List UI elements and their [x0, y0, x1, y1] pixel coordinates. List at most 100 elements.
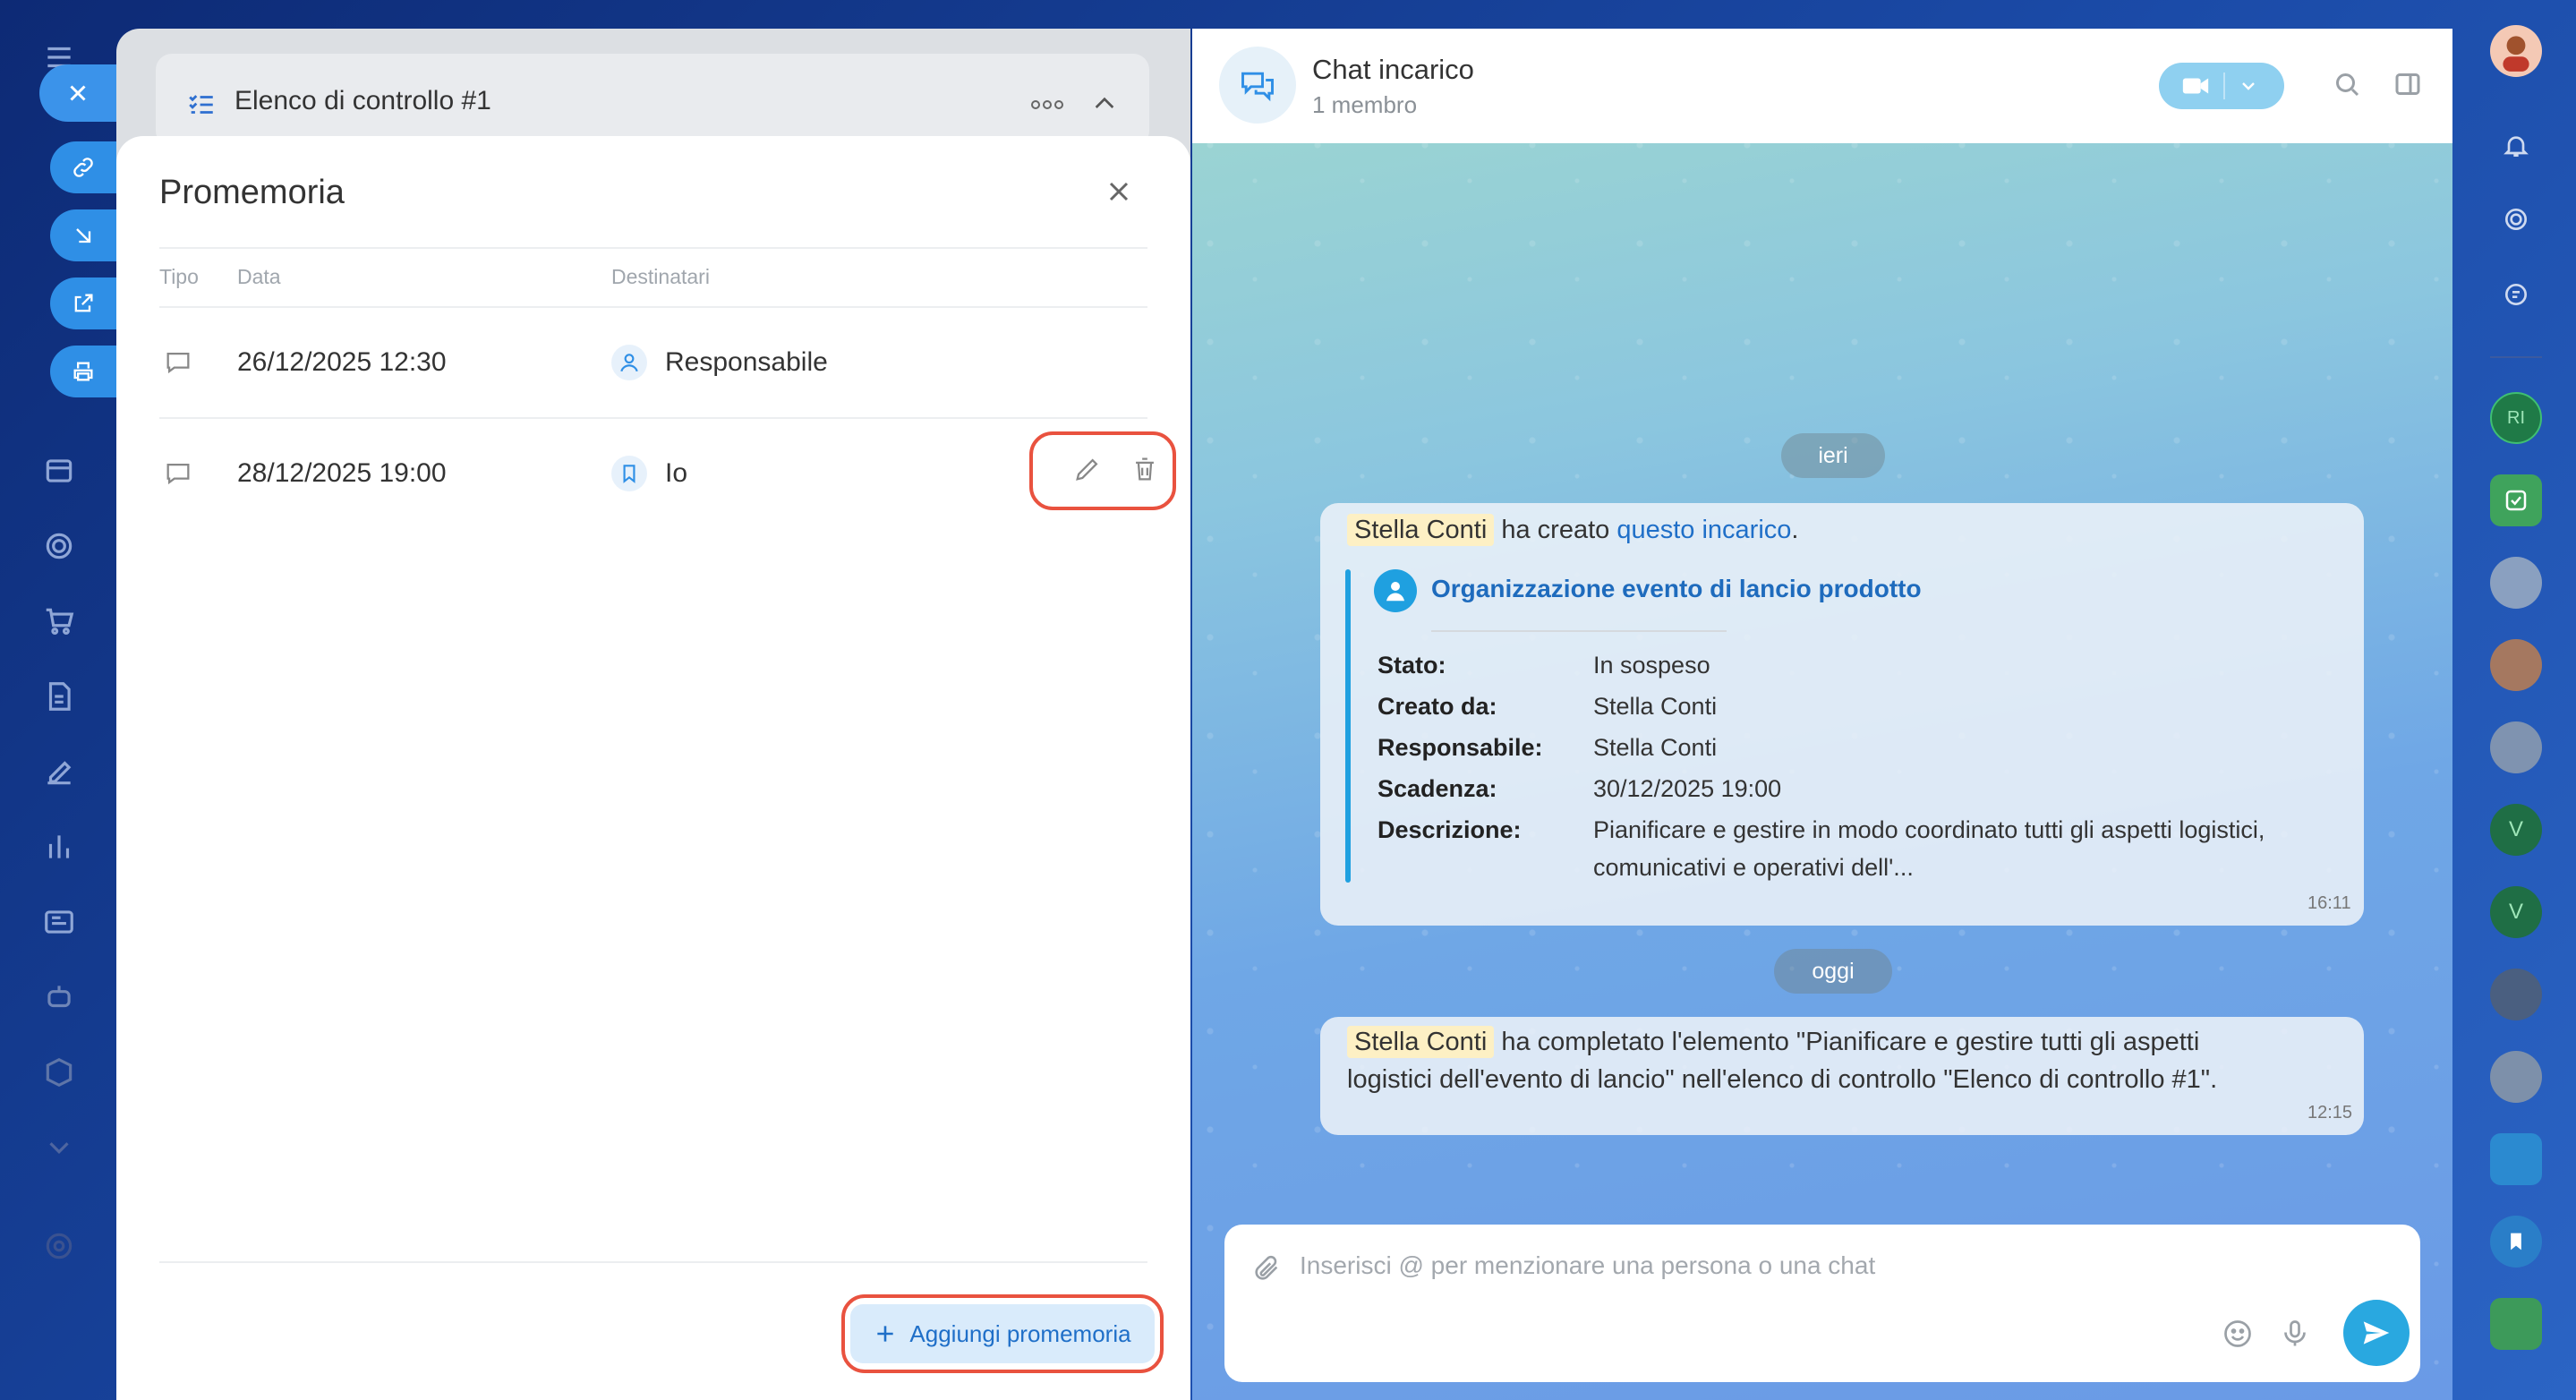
nav-document-icon[interactable] — [38, 675, 81, 718]
nav-robot-icon[interactable] — [38, 976, 81, 1019]
copilot-icon[interactable] — [2490, 193, 2542, 245]
chevron-down-icon — [2242, 82, 2255, 90]
reminder-recipient: Responsabile — [665, 347, 828, 377]
reminder-date: 26/12/2025 12:30 — [237, 347, 447, 377]
video-camera-icon — [2182, 78, 2209, 94]
nav-box-icon[interactable] — [38, 1051, 81, 1094]
nav-company-icon[interactable] — [38, 449, 81, 492]
contact-avatar[interactable] — [2490, 557, 2542, 609]
task-person-icon — [1374, 569, 1417, 612]
bookmark-avatar[interactable] — [2490, 1216, 2542, 1268]
message-line-2: logistici dell'evento di lancio" nell'el… — [1347, 1065, 2218, 1094]
printer-icon — [73, 362, 93, 381]
tasks-avatar[interactable] — [2490, 474, 2542, 526]
chat-type-icon — [166, 463, 190, 485]
task-card-title[interactable]: Organizzazione evento di lancio prodotto — [1431, 575, 1922, 603]
send-button[interactable] — [2343, 1300, 2410, 1366]
add-reminder-label: Aggiungi promemoria — [909, 1319, 1131, 1347]
message-composer: Inserisci @ per menzionare una persona o… — [1224, 1225, 2420, 1382]
nav-sign-icon[interactable] — [38, 750, 81, 793]
bookmark-icon — [611, 456, 647, 491]
reminder-date: 28/12/2025 19:00 — [237, 458, 447, 488]
task-link[interactable]: questo incarico — [1616, 516, 1791, 544]
contact-avatar[interactable] — [2490, 1051, 2542, 1103]
sidebar-toggle-icon[interactable] — [2392, 68, 2424, 100]
group-avatar-ri[interactable]: RI — [2490, 392, 2542, 444]
checklist-icon — [189, 95, 213, 114]
add-reminder-button[interactable]: Aggiungi promemoria — [850, 1304, 1155, 1363]
send-icon — [2363, 1321, 2390, 1345]
divider — [2223, 73, 2225, 99]
arrow-down-right-icon — [76, 228, 91, 243]
contact-avatar[interactable] — [2490, 639, 2542, 691]
checklist-title: Elenco di controllo #1 — [235, 86, 491, 115]
chat-member-count[interactable]: 1 membro — [1312, 91, 1417, 119]
contact-avatar-v[interactable]: V — [2490, 804, 2542, 856]
system-message: Stella Conti ha creato questo incarico. … — [1320, 503, 2364, 926]
nav-settings-icon[interactable] — [38, 1225, 81, 1268]
edit-icon[interactable] — [1072, 454, 1103, 484]
print-button[interactable] — [50, 346, 116, 397]
column-header-recipients: Destinatari — [611, 265, 710, 288]
chat-search-icon[interactable] — [2490, 269, 2542, 320]
divider — [159, 1261, 1147, 1263]
reminder-title: Promemoria — [159, 174, 345, 211]
chat-type-icon — [166, 352, 190, 374]
column-header-date: Data — [237, 265, 281, 288]
more-options-icon[interactable] — [1029, 93, 1065, 116]
trash-icon[interactable] — [1130, 454, 1160, 484]
message-input[interactable]: Inserisci @ per menzionare una persona o… — [1300, 1251, 1875, 1280]
close-icon — [70, 85, 86, 101]
contact-avatar[interactable] — [2490, 969, 2542, 1020]
message-action-text: ha creato — [1494, 516, 1617, 544]
field-status-label: Stato: — [1378, 652, 1446, 679]
divider — [159, 306, 1147, 308]
close-reminder-icon[interactable] — [1103, 175, 1135, 208]
field-description-label: Descrizione: — [1378, 816, 1522, 843]
field-deadline-label: Scadenza: — [1378, 775, 1497, 802]
chat-title: Chat incarico — [1312, 54, 1474, 85]
video-call-button[interactable] — [2159, 63, 2284, 109]
open-new-window-button[interactable] — [50, 277, 116, 329]
field-creator-label: Creato da: — [1378, 693, 1497, 720]
divider — [1431, 630, 1727, 632]
task-chat: Chat incarico 1 membro ieri Stella Conti… — [1192, 29, 2452, 1400]
quote-bar — [1345, 569, 1351, 883]
field-description-value: Pianificare e gestire in modo coordinato… — [1593, 816, 2265, 843]
divider — [159, 247, 1147, 249]
nav-cart-icon[interactable] — [38, 600, 81, 643]
field-status-value: In sospeso — [1593, 652, 1710, 679]
contact-avatar[interactable] — [2490, 721, 2542, 773]
person-icon — [611, 345, 647, 380]
contact-avatar-v[interactable]: V — [2490, 886, 2542, 938]
close-button[interactable] — [39, 64, 116, 122]
chat-group-avatar[interactable] — [2490, 1133, 2542, 1185]
field-deadline-value: 30/12/2025 19:00 — [1593, 775, 1782, 802]
collapse-chevron-icon[interactable] — [1090, 90, 1119, 118]
notifications-icon[interactable] — [2490, 120, 2542, 172]
nav-news-icon[interactable] — [38, 901, 81, 943]
copy-link-button[interactable] — [50, 141, 116, 193]
date-separator-yesterday: ieri — [1781, 433, 1885, 478]
divider — [159, 417, 1147, 419]
search-icon[interactable] — [2331, 68, 2363, 100]
nav-target-icon[interactable] — [38, 525, 81, 568]
message-tail: . — [1791, 516, 1799, 544]
link-icon — [73, 158, 93, 177]
plus-icon — [877, 1326, 894, 1342]
message-line: Stella Conti ha completato l'elemento "P… — [1347, 1026, 2199, 1058]
notes-avatar[interactable] — [2490, 1298, 2542, 1350]
emoji-icon[interactable] — [2222, 1318, 2254, 1350]
nav-analytics-icon[interactable] — [38, 825, 81, 868]
paperclip-icon[interactable] — [1251, 1253, 1282, 1284]
user-avatar[interactable] — [2490, 25, 2542, 77]
message-header: Stella Conti ha creato questo incarico. — [1347, 514, 1799, 546]
field-description-value-line2: comunicativi e operativi dell'... — [1593, 854, 1914, 881]
author-name[interactable]: Stella Conti — [1347, 1026, 1495, 1058]
download-button[interactable] — [50, 209, 116, 261]
chat-header: Chat incarico 1 membro — [1192, 29, 2452, 143]
date-separator-today: oggi — [1774, 949, 1892, 994]
author-name[interactable]: Stella Conti — [1347, 514, 1495, 546]
microphone-icon[interactable] — [2279, 1316, 2311, 1352]
nav-more-icon[interactable] — [38, 1126, 81, 1169]
